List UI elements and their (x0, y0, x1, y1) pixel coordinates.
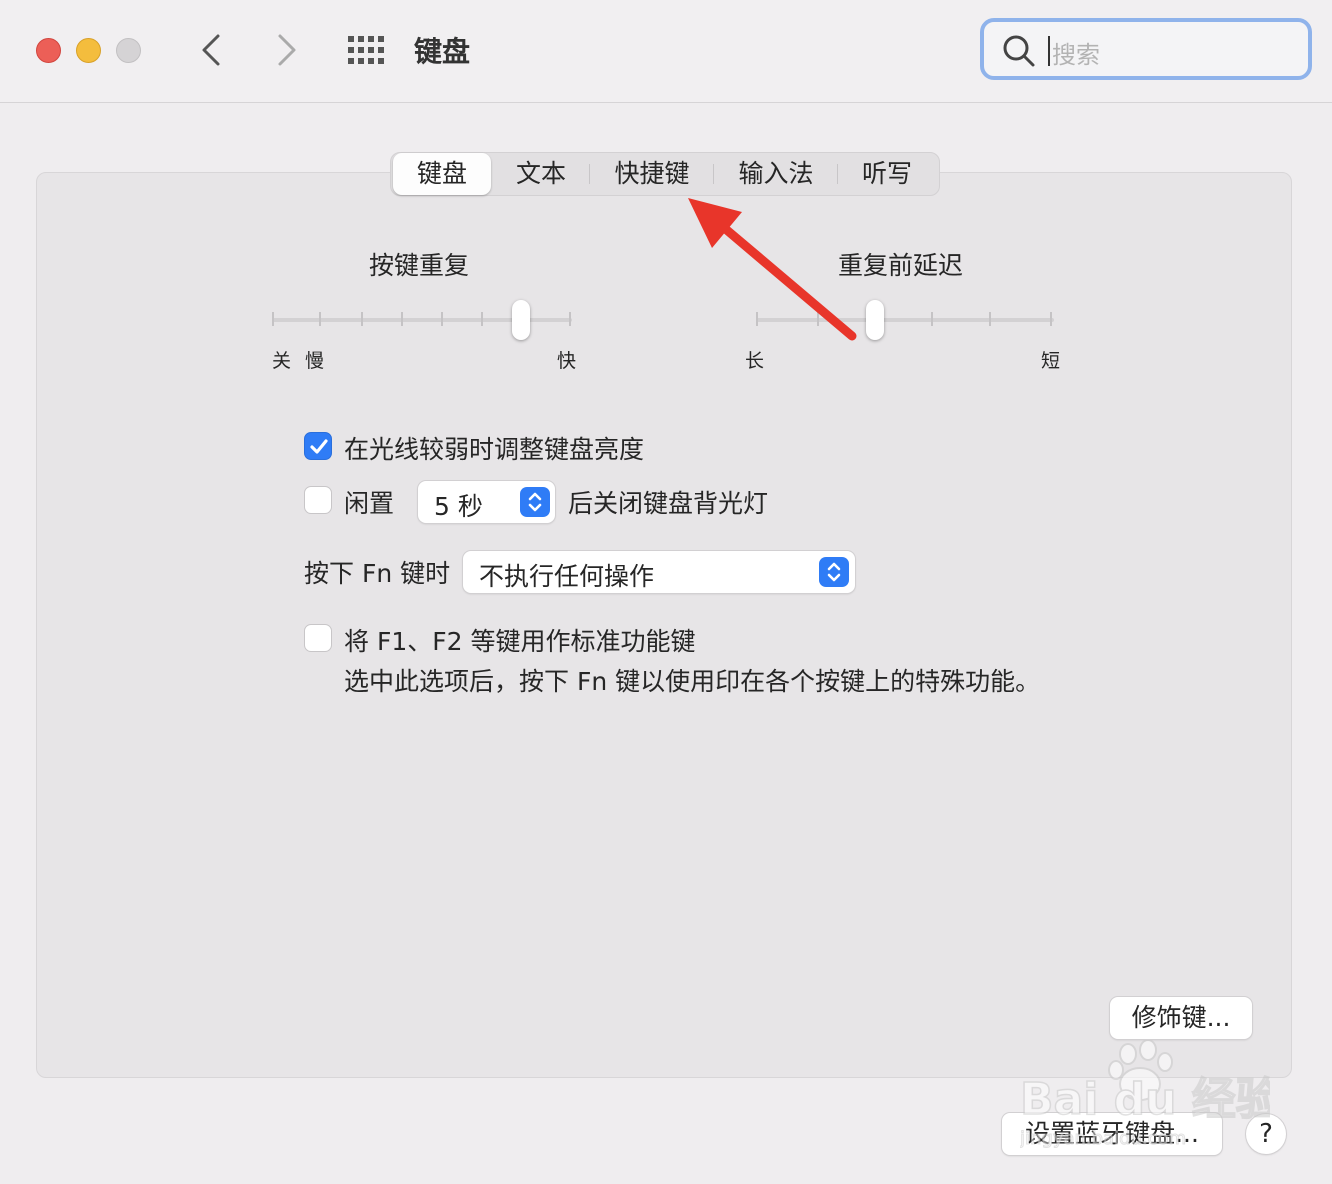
zoom-window-button[interactable] (116, 38, 141, 63)
back-icon[interactable] (192, 30, 232, 70)
fn-key-popup[interactable]: 不执行任何操作 (463, 551, 855, 593)
modifier-keys-button[interactable]: 修饰键... (1110, 997, 1252, 1039)
slider-tick (319, 312, 321, 326)
tab-dictation[interactable]: 听写 (839, 153, 935, 195)
slider-tick (569, 312, 571, 326)
key-repeat-knob[interactable] (512, 300, 530, 340)
tab-separator (589, 164, 590, 184)
tab-bar: 键盘 文本 快捷键 输入法 听写 (390, 152, 940, 196)
fn-key-value: 不执行任何操作 (479, 562, 655, 591)
key-repeat-off-label: 关 (272, 350, 292, 372)
repeat-delay-knob[interactable] (866, 300, 885, 340)
repeat-delay-label: 重复前延迟 (838, 251, 964, 280)
repeat-delay-short-label: 短 (1041, 350, 1061, 372)
standard-fkeys-checkbox[interactable] (304, 624, 332, 652)
standard-fkeys-description: 选中此选项后，按下 Fn 键以使用印在各个按键上的特殊功能。 (344, 667, 1041, 696)
slider-tick (361, 312, 363, 326)
show-all-grid-icon[interactable] (346, 34, 386, 66)
idle-backlight-checkbox[interactable] (304, 486, 332, 514)
key-repeat-fast-label: 快 (557, 350, 577, 372)
close-window-button[interactable] (36, 38, 61, 63)
tab-keyboard[interactable]: 键盘 (393, 153, 491, 195)
title-bar: 键盘 搜索 (0, 0, 1332, 103)
forward-icon[interactable] (266, 30, 306, 70)
tab-text[interactable]: 文本 (495, 153, 587, 195)
popup-stepper-icon (819, 557, 849, 587)
tab-separator (713, 164, 714, 184)
slider-tick (989, 312, 991, 326)
idle-label: 闲置 (344, 489, 395, 518)
adjust-brightness-label: 在光线较弱时调整键盘亮度 (344, 435, 645, 464)
tab-separator (837, 164, 838, 184)
slider-tick (401, 312, 403, 326)
popup-stepper-icon (520, 487, 550, 517)
tab-input-sources[interactable]: 输入法 (715, 153, 837, 195)
slider-tick (931, 312, 933, 326)
idle-suffix-label: 后关闭键盘背光灯 (568, 489, 769, 518)
text-caret (1048, 36, 1050, 66)
key-repeat-slow-label: 慢 (305, 350, 325, 372)
repeat-delay-track (756, 318, 1054, 322)
slider-tick (272, 312, 274, 326)
fn-key-label: 按下 Fn 键时 (304, 559, 451, 588)
search-field[interactable]: 搜索 (980, 18, 1312, 80)
search-placeholder: 搜索 (1052, 41, 1100, 69)
slider-tick (481, 312, 483, 326)
slider-tick (1050, 312, 1052, 326)
standard-fkeys-label: 将 F1、F2 等键用作标准功能键 (344, 627, 696, 656)
window-title: 键盘 (414, 35, 471, 68)
slider-tick (756, 312, 758, 326)
adjust-brightness-checkbox[interactable] (304, 432, 332, 460)
repeat-delay-long-label: 长 (745, 350, 765, 372)
tab-shortcuts[interactable]: 快捷键 (591, 153, 713, 195)
slider-tick (817, 312, 819, 326)
setup-bluetooth-keyboard-button[interactable]: 设置蓝牙键盘... (1002, 1113, 1222, 1155)
minimize-window-button[interactable] (76, 38, 101, 63)
key-repeat-label: 按键重复 (369, 251, 470, 280)
checkmark-icon (310, 439, 328, 454)
idle-duration-popup[interactable]: 5 秒 (418, 481, 555, 523)
help-button[interactable]: ? (1246, 1114, 1286, 1154)
idle-duration-value: 5 秒 (434, 492, 483, 521)
search-icon (1003, 35, 1035, 67)
slider-tick (441, 312, 443, 326)
